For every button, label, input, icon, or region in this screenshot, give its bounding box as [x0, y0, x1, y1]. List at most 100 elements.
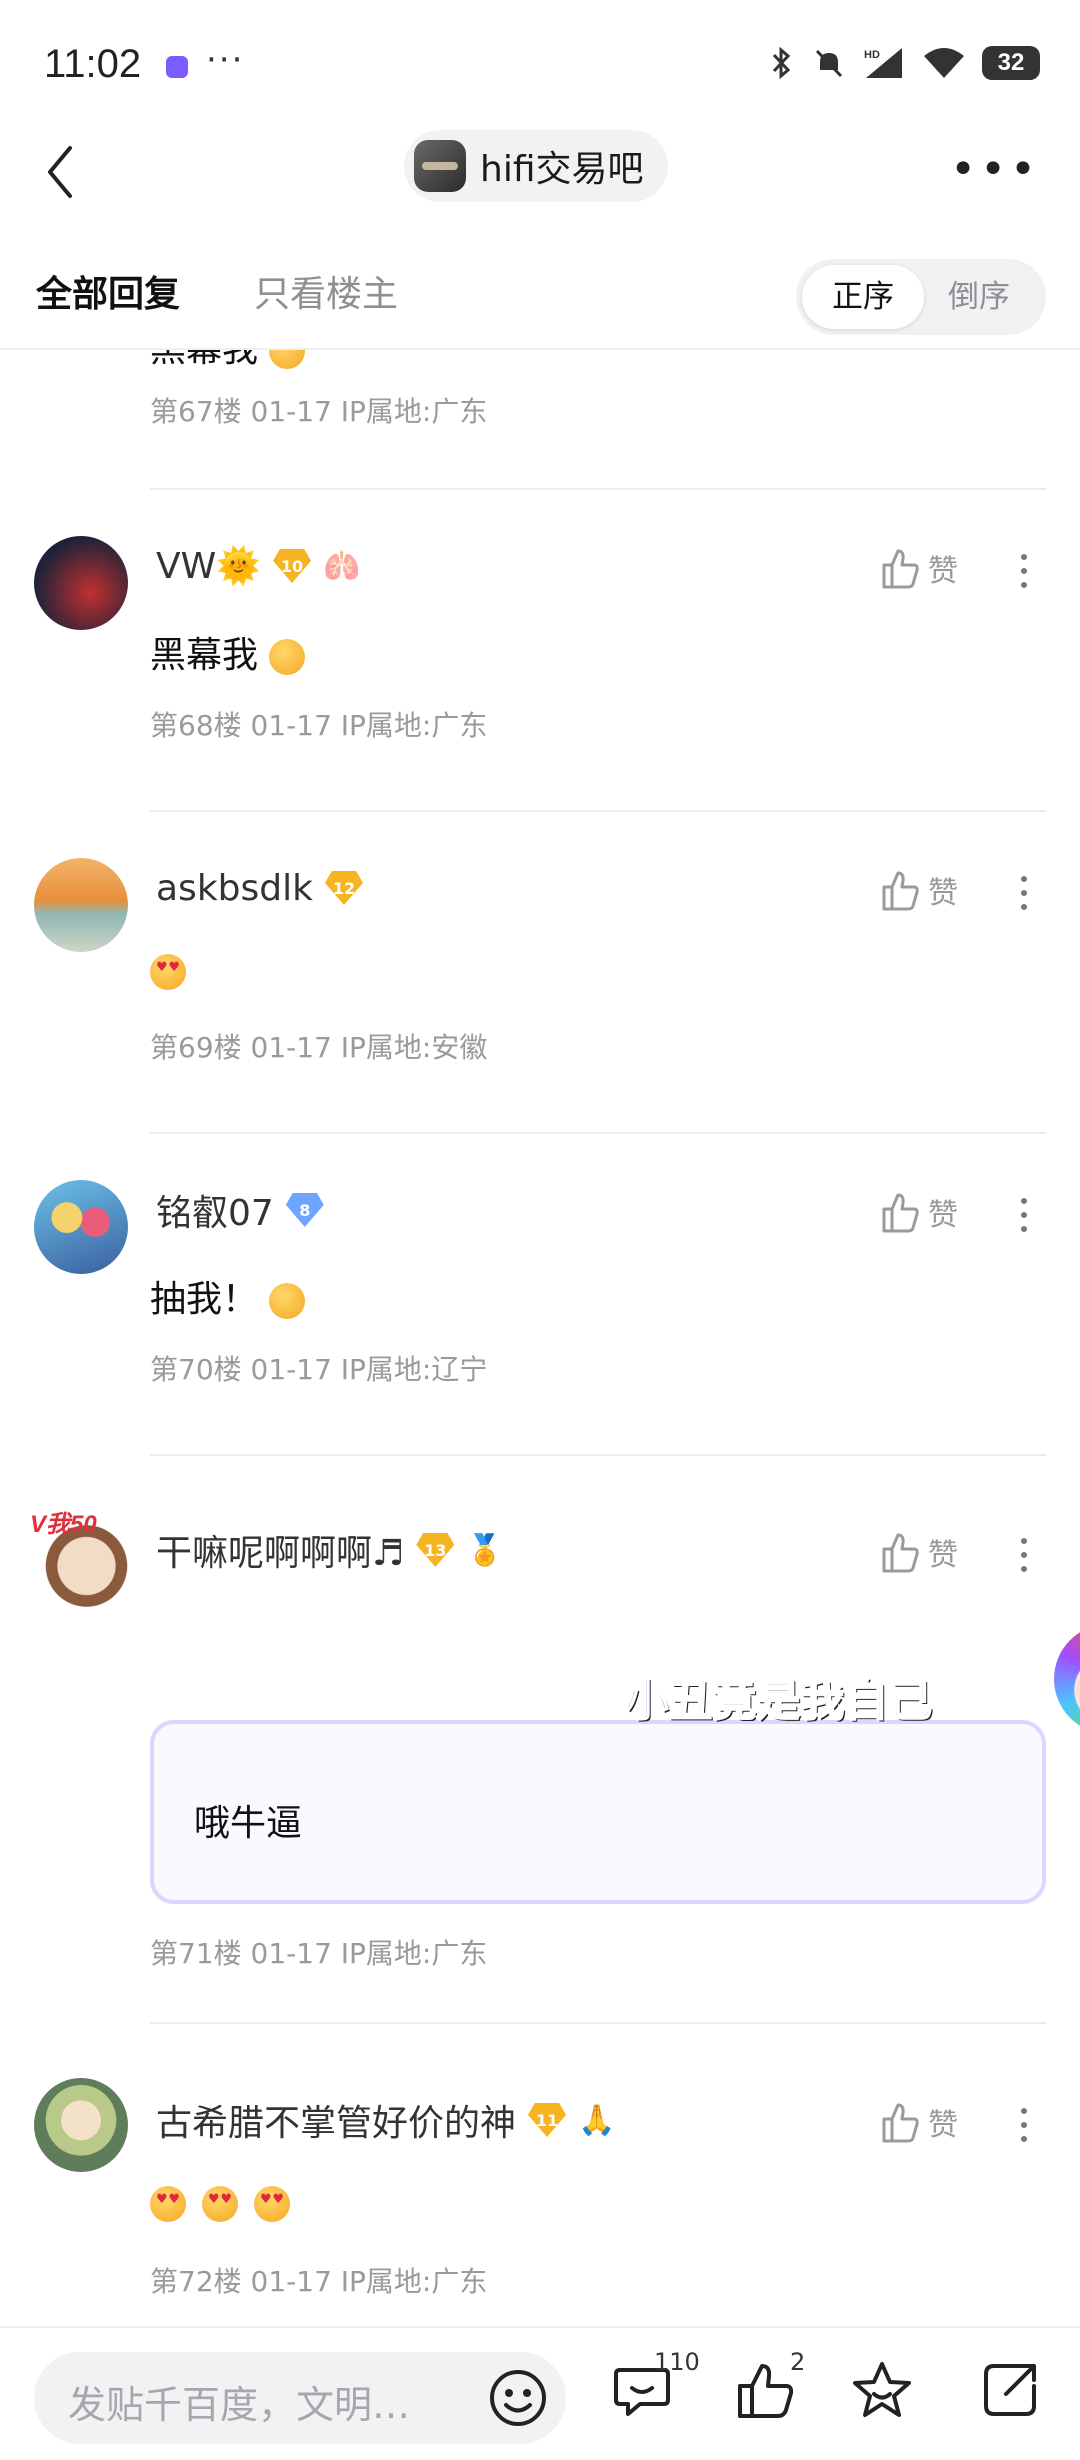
svg-text:HD: HD	[864, 49, 880, 61]
username[interactable]: VW🌞	[156, 545, 261, 587]
level-badge: 12	[324, 871, 363, 905]
more-notifications-icon: ···	[206, 40, 245, 80]
reply-content: 黑幕我	[150, 350, 306, 372]
avatar[interactable]	[34, 2078, 128, 2172]
avatar-caption: V我50	[30, 1511, 97, 1538]
reply-input[interactable]: 发贴千百度，文明…	[34, 2352, 566, 2444]
share-icon[interactable]	[978, 2358, 1042, 2422]
reply-post: 铭叡07 8 赞 抽我！ 第70楼 01-17 IP属地:辽宁	[0, 1180, 1080, 1460]
reply-post: 古希腊不掌管好价的神 11 🙏 赞 第72楼 01-17 IP属地:广东	[0, 2078, 1080, 2325]
reply-bubble: 小丑竟是我自己 哦牛逼	[150, 1624, 1080, 1904]
reply-meta: 第70楼 01-17 IP属地:辽宁	[150, 1353, 488, 1386]
mute-bell-icon	[815, 49, 843, 78]
like-button[interactable]: 赞	[880, 1190, 958, 1234]
status-time: 11:02	[44, 42, 142, 86]
forum-chip[interactable]: hifi交易吧	[404, 130, 668, 202]
order-descending-button[interactable]: 倒序	[918, 265, 1040, 329]
like-label: 赞	[928, 2108, 958, 2143]
order-ascending-button[interactable]: 正序	[802, 265, 924, 329]
back-button[interactable]	[40, 140, 100, 220]
reply-post: V我50 干嘛呢啊啊啊♬ 13 🏅 赞 小丑竟是我自己 哦牛逼 第71楼 01-…	[0, 1500, 1080, 1980]
like-icon[interactable]	[734, 2358, 798, 2422]
like-button[interactable]: 赞	[880, 1530, 958, 1574]
post-divider	[150, 1132, 1046, 1134]
more-icon[interactable]: •••	[950, 144, 1040, 195]
like-icon	[882, 871, 919, 911]
like-label: 赞	[928, 876, 958, 911]
bubble-text: 哦牛逼	[194, 1803, 303, 1844]
tab-all-replies[interactable]: 全部回复	[36, 265, 180, 317]
heart-eyes-emoji-icon	[150, 2186, 186, 2222]
clown-sticker: 小丑竟是我自己	[623, 1624, 1080, 1754]
star-icon[interactable]	[850, 2358, 914, 2422]
reply-meta: 第71楼 01-17 IP属地:广东	[150, 1937, 488, 1970]
reply-content	[150, 950, 186, 991]
menu-dots-icon[interactable]	[1014, 876, 1034, 910]
signal-icon: HD	[864, 48, 902, 78]
menu-dots-icon[interactable]	[1014, 1538, 1034, 1572]
level-badge: 10	[273, 549, 312, 583]
clown-face-icon	[1054, 1624, 1080, 1734]
username-row: VW🌞 10 🫁	[156, 536, 360, 596]
like-button[interactable]: 赞	[880, 2100, 958, 2144]
sticker-text: 小丑竟是我自己	[623, 1674, 933, 1727]
avatar[interactable]: V我50	[26, 1500, 136, 1610]
menu-dots-icon[interactable]	[1014, 554, 1034, 588]
reply-content	[150, 2186, 290, 2222]
username-row: 干嘛呢啊啊啊♬ 13 🏅	[156, 1520, 504, 1580]
nav-bar: hifi交易吧 •••	[0, 130, 1080, 240]
yum-emoji-icon	[269, 1283, 306, 1319]
post-divider	[150, 1454, 1046, 1456]
avatar[interactable]	[34, 536, 128, 630]
like-icon	[882, 1533, 919, 1573]
reply-placeholder: 发贴千百度，文明…	[68, 2383, 411, 2427]
like-icon	[882, 549, 919, 589]
forum-avatar	[414, 140, 466, 192]
bluetooth-icon	[772, 46, 791, 80]
reply-content: 抽我！	[150, 1270, 306, 1322]
heart-eyes-emoji-icon	[254, 2186, 290, 2222]
like-label: 赞	[928, 1538, 958, 1573]
username-row: askbsdlk 12	[156, 858, 363, 918]
level-badge: 13	[416, 1533, 455, 1567]
like-count: 2	[790, 2348, 806, 2376]
avatar[interactable]	[34, 1180, 128, 1274]
username-row: 铭叡07 8	[156, 1180, 324, 1240]
tab-op-only[interactable]: 只看楼主	[254, 265, 398, 317]
username[interactable]: 铭叡07	[156, 1184, 274, 1236]
smile-emoji-icon	[269, 350, 306, 369]
username[interactable]: 古希腊不掌管好价的神	[156, 2094, 516, 2146]
reply-meta: 第72楼 01-17 IP属地:广东	[150, 2265, 488, 2298]
bottom-action-bar: 发贴千百度，文明… 110 2	[0, 2326, 1080, 2460]
wifi-icon	[924, 48, 964, 78]
username[interactable]: askbsdlk	[156, 868, 313, 909]
status-icons: HD 32	[766, 46, 1040, 80]
post-divider	[150, 488, 1046, 490]
back-icon	[48, 146, 72, 198]
username-row: 古希腊不掌管好价的神 11 🙏	[156, 2090, 615, 2150]
like-button[interactable]: 赞	[880, 868, 958, 912]
reply-feed[interactable]: 黑幕我 第67楼 01-17 IP属地:广东 VW🌞 10 🫁 赞 黑幕我 第6…	[0, 350, 1080, 2325]
reply-post: askbsdlk 12 赞 第69楼 01-17 IP属地:安徽	[0, 858, 1080, 1138]
status-bar: 11:02 ··· HD 32	[0, 0, 1080, 130]
reply-post: VW🌞 10 🫁 赞 黑幕我 第68楼 01-17 IP属地:广东	[0, 536, 1080, 816]
menu-dots-icon[interactable]	[1014, 1198, 1034, 1232]
battery-indicator: 32	[982, 46, 1040, 80]
username[interactable]: 干嘛呢啊啊啊♬	[156, 1524, 404, 1576]
like-button[interactable]: 赞	[880, 546, 958, 590]
reply-tabs: 全部回复 只看楼主 正序 倒序	[0, 255, 1080, 345]
reply-content: 黑幕我	[150, 626, 306, 678]
reply-meta: 第68楼 01-17 IP属地:广东	[150, 709, 488, 742]
avatar[interactable]	[34, 858, 128, 952]
level-badge: 8	[285, 1193, 324, 1227]
lungs-badge-icon: 🫁	[323, 548, 361, 584]
like-label: 赞	[928, 554, 958, 589]
heart-eyes-emoji-icon	[202, 2186, 238, 2222]
menu-dots-icon[interactable]	[1014, 2108, 1034, 2142]
like-icon	[882, 1193, 919, 1233]
reply-post: 黑幕我 第67楼 01-17 IP属地:广东	[0, 350, 1080, 450]
comment-count: 110	[654, 2348, 700, 2376]
emoji-icon[interactable]	[486, 2366, 550, 2430]
level-badge: 11	[528, 2103, 567, 2137]
medal-badge-icon: 🏅	[466, 1532, 504, 1568]
